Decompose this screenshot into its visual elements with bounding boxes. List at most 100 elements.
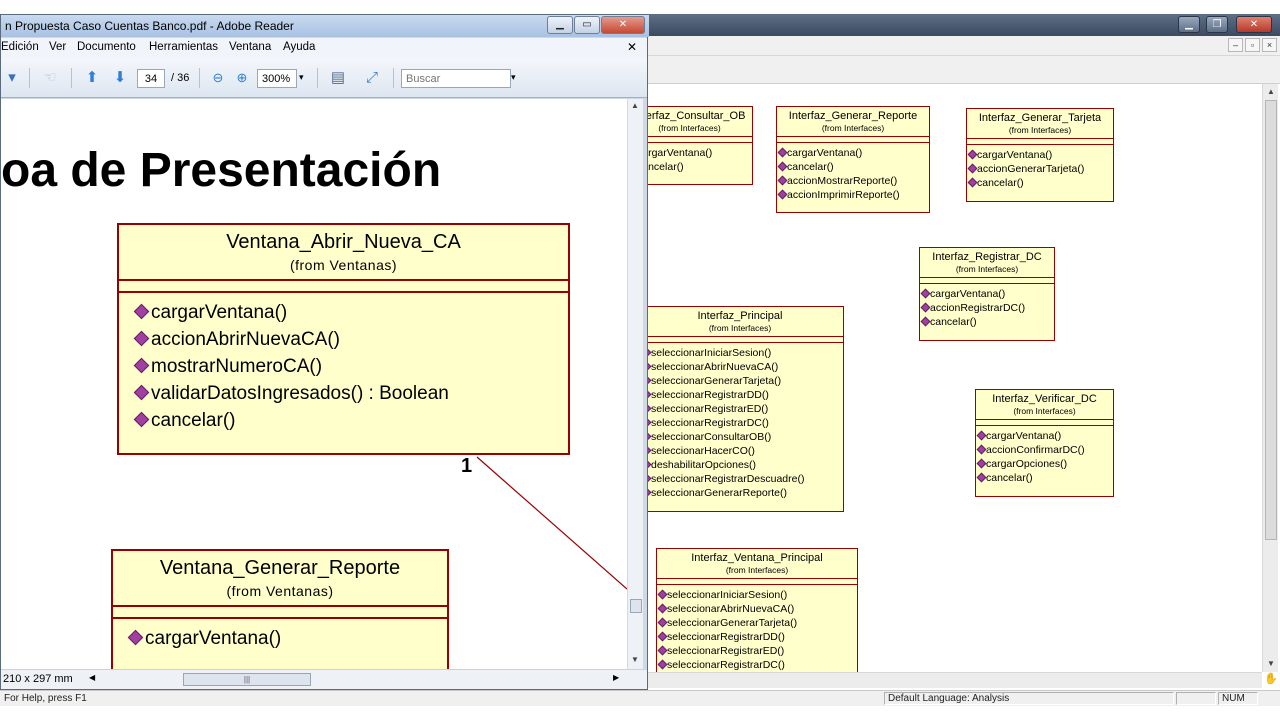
class-box[interactable]: Interfaz_Generar_Reporte (from Interface… — [776, 106, 930, 213]
operations-compartment: cargarVentana() cancelar() — [646, 143, 752, 176]
previous-page-icon[interactable]: ⬆ — [81, 68, 103, 88]
class-box[interactable]: Interfaz_Registrar_DC (from Interfaces) … — [919, 247, 1055, 341]
diagram-canvas[interactable]: Interfaz_Consultar_OB (from Interfaces) … — [646, 84, 1262, 672]
class-box[interactable]: Interfaz_Generar_Tarjeta (from Interface… — [966, 108, 1114, 202]
attributes-compartment — [119, 281, 568, 293]
doc-close-icon[interactable]: × — [1262, 38, 1277, 52]
class-name: Interfaz_Registrar_DC — [932, 251, 1042, 263]
zoom-out-icon[interactable]: ⊖ — [207, 68, 229, 88]
zoom-in-icon[interactable]: ⊕ — [231, 68, 253, 88]
operation: cargarVentana() — [967, 148, 1113, 162]
toolbar-separator — [71, 68, 72, 88]
class-box: Ventana_Generar_Reporte (from Ventanas) … — [111, 549, 449, 669]
diagram-horizontal-scrollbar[interactable] — [646, 672, 1262, 688]
operation: mostrarNumeroCA() — [133, 353, 568, 380]
menu-edicion[interactable]: Edición — [1, 41, 39, 53]
menu-documento[interactable]: Documento — [77, 41, 136, 53]
operation: accionAbrirNuevaCA() — [133, 326, 568, 353]
search-input[interactable] — [401, 69, 511, 88]
scroll-left-icon[interactable]: ◀ — [89, 673, 95, 682]
class-header: Interfaz_Registrar_DC (from Interfaces) — [920, 248, 1054, 278]
zoom-level-input[interactable] — [257, 69, 297, 88]
operation-icon — [976, 430, 987, 441]
operation: cargarVentana() — [920, 287, 1054, 301]
menu-herramientas[interactable]: Herramientas — [149, 41, 218, 53]
operation-icon — [133, 411, 150, 428]
class-box[interactable]: Interfaz_Principal (from Interfaces) sel… — [646, 306, 844, 512]
operation: cancelar() — [967, 176, 1113, 190]
next-page-icon[interactable]: ⬇ — [109, 68, 131, 88]
class-box[interactable]: Interfaz_Consultar_OB (from Interfaces) … — [646, 106, 753, 185]
close-icon[interactable]: ✕ — [1236, 16, 1272, 33]
scroll-thumb[interactable] — [1265, 100, 1277, 540]
close-document-icon[interactable]: ✕ — [627, 40, 637, 54]
class-package: (from Ventanas) — [289, 257, 398, 273]
window-title: n Propuesta Caso Cuentas Banco.pdf - Ado… — [5, 19, 294, 33]
menu-ayuda[interactable]: Ayuda — [283, 41, 315, 53]
minimize-icon[interactable]: ▁ — [1178, 16, 1200, 33]
scroll-thumb[interactable] — [630, 599, 642, 613]
class-header: Interfaz_Principal (from Interfaces) — [646, 307, 843, 337]
diagram-vertical-scrollbar[interactable]: ▲ ▼ — [1262, 84, 1278, 672]
operation: seleccionarRegistrarED() — [657, 644, 857, 658]
class-box[interactable]: Interfaz_Ventana_Principal (from Interfa… — [656, 548, 858, 672]
doc-minimize-icon[interactable]: – — [1228, 38, 1243, 52]
operation-icon — [127, 629, 144, 646]
class-header: Ventana_Abrir_Nueva_CA (from Ventanas) — [119, 225, 568, 281]
reader-toolbar: ▾ ☜ ⬆ ⬇ / 36 ⊖ ⊕ ▾ ▤ ⤢ ▾ — [1, 58, 647, 98]
operations-compartment: cargarVentana() accionConfirmarDC() carg… — [976, 426, 1113, 487]
class-package: (from Interfaces) — [1013, 406, 1076, 416]
operations-compartment: cargarVentana() accionGenerarTarjeta() c… — [967, 145, 1113, 192]
operation: accionRegistrarDC() — [920, 301, 1054, 315]
operations-compartment: cargarVentana() cancelar() accionMostrar… — [777, 143, 929, 204]
class-header: Interfaz_Generar_Tarjeta (from Interface… — [967, 109, 1113, 139]
scroll-up-icon[interactable]: ▲ — [1265, 86, 1277, 98]
pdf-document-view[interactable]: oa de Presentación Ventana_Abrir_Nueva_C… — [1, 99, 627, 669]
maximize-icon[interactable]: ▭ — [574, 16, 600, 34]
operation: seleccionarRegistrarDD() — [657, 630, 857, 644]
hand-icon[interactable]: ☜ — [39, 68, 61, 88]
class-package: (from Ventanas) — [226, 583, 334, 599]
operation: seleccionarAbrirNuevaCA() — [657, 602, 857, 616]
search-dropdown-icon[interactable]: ▾ — [511, 72, 516, 83]
operation-icon — [976, 472, 987, 483]
maximize-icon[interactable]: ❐ — [1206, 16, 1228, 33]
operation: seleccionarIniciarSesion() — [646, 346, 843, 360]
class-name: Interfaz_Generar_Reporte — [788, 110, 918, 122]
doc-restore-icon[interactable]: ▫ — [1245, 38, 1260, 52]
operation: seleccionarRegistrarDC() — [646, 416, 843, 430]
hand-tool-icon[interactable]: ✋ — [1264, 672, 1278, 688]
operation: cargarVentana() — [777, 146, 929, 160]
class-name: Interfaz_Principal — [697, 310, 783, 322]
class-box[interactable]: Interfaz_Verificar_DC (from Interfaces) … — [975, 389, 1114, 497]
page-number-input[interactable] — [137, 69, 165, 88]
menu-ventana[interactable]: Ventana — [229, 41, 271, 53]
zoom-dropdown-icon[interactable]: ▾ — [299, 72, 304, 83]
operation: seleccionarRegistrarED() — [646, 402, 843, 416]
scroll-right-icon[interactable]: ▶ — [613, 673, 619, 682]
fit-width-icon[interactable]: ▤ — [327, 68, 349, 88]
minimize-icon[interactable]: ▁ — [547, 16, 573, 34]
operation-icon — [133, 303, 150, 320]
operations-compartment: cargarVentana() accionAbrirNuevaCA() mos… — [119, 293, 568, 438]
operation-icon — [657, 631, 668, 642]
class-box: Ventana_Abrir_Nueva_CA (from Ventanas) c… — [117, 223, 570, 455]
menu-ver[interactable]: Ver — [49, 41, 66, 53]
class-package: (from Interfaces) — [658, 123, 721, 133]
scroll-down-icon[interactable]: ▼ — [631, 655, 639, 664]
scroll-down-icon[interactable]: ▼ — [1265, 658, 1277, 670]
toolbar-separator — [393, 68, 394, 88]
scroll-up-icon[interactable]: ▲ — [631, 101, 639, 110]
class-name: Ventana_Abrir_Nueva_CA — [226, 231, 461, 253]
horizontal-scroll-thumb[interactable]: ||| — [183, 673, 311, 686]
operation-icon — [920, 288, 931, 299]
close-icon[interactable]: ✕ — [601, 16, 645, 34]
operation: seleccionarGenerarTarjeta() — [657, 616, 857, 630]
fit-page-icon[interactable]: ⤢ — [361, 68, 383, 88]
operation: seleccionarConsultarOB() — [646, 430, 843, 444]
class-name: Interfaz_Generar_Tarjeta — [978, 112, 1102, 124]
pdf-vertical-scrollbar[interactable]: ▲ ▼ — [627, 99, 643, 669]
operation: cargarVentana() — [976, 429, 1113, 443]
attach-icon[interactable]: ▾ — [1, 68, 23, 88]
class-name: Interfaz_Verificar_DC — [992, 393, 1097, 405]
